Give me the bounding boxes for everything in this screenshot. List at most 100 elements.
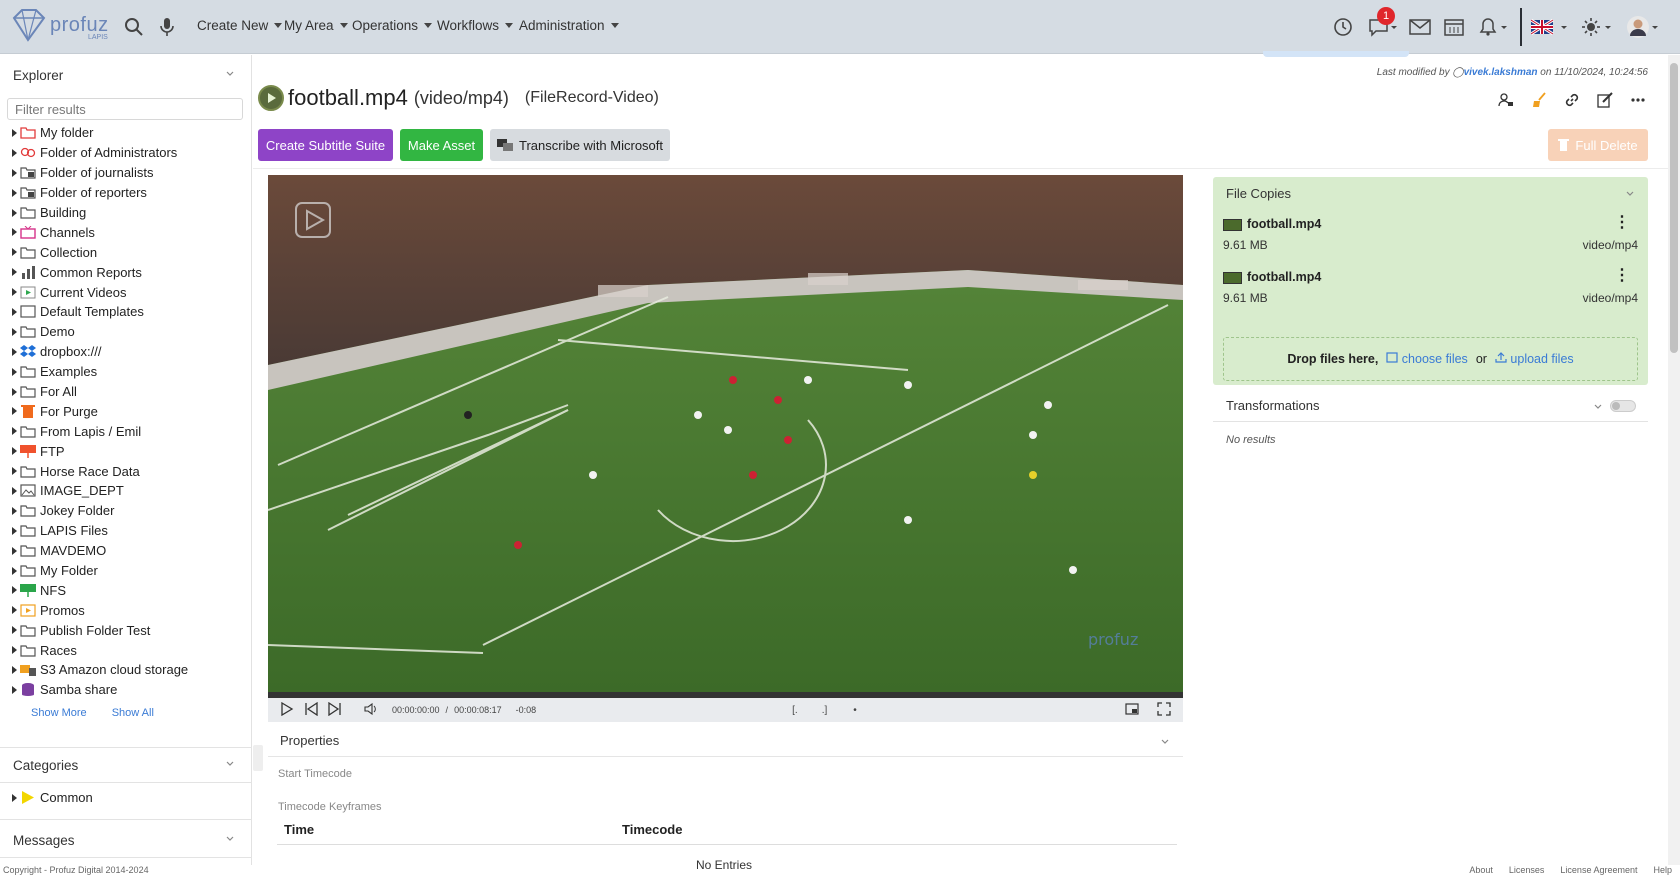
expand-icon[interactable] bbox=[12, 288, 17, 297]
user-lock-icon[interactable] bbox=[1498, 92, 1514, 108]
choose-files-link[interactable]: choose files bbox=[1386, 352, 1468, 366]
tree-item-samba-share[interactable]: Samba share bbox=[0, 680, 252, 700]
expand-icon[interactable] bbox=[12, 427, 17, 436]
menu-workflows[interactable]: Workflows bbox=[437, 18, 514, 33]
expand-icon[interactable] bbox=[12, 168, 17, 177]
bell-icon[interactable] bbox=[1476, 15, 1510, 39]
category-common[interactable]: Common bbox=[0, 788, 93, 808]
show-more-link[interactable]: Show More bbox=[31, 707, 87, 719]
expand-icon[interactable] bbox=[12, 586, 17, 595]
tree-item-nfs[interactable]: NFS bbox=[0, 580, 252, 600]
filter-input[interactable] bbox=[7, 98, 243, 120]
expand-icon[interactable] bbox=[12, 347, 17, 356]
file-copy-name[interactable]: football.mp4 bbox=[1247, 217, 1321, 231]
tree-item-folder-administrators[interactable]: Folder of Administrators bbox=[0, 143, 252, 163]
file-copy-name[interactable]: football.mp4 bbox=[1247, 270, 1321, 284]
expand-icon[interactable] bbox=[12, 467, 17, 476]
expand-icon[interactable] bbox=[12, 307, 17, 316]
mark-in-icon[interactable]: [. bbox=[792, 705, 798, 716]
tree-item-races[interactable]: Races bbox=[0, 640, 252, 660]
expand-icon[interactable] bbox=[12, 506, 17, 515]
menu-operations[interactable]: Operations bbox=[352, 18, 433, 33]
expand-icon[interactable] bbox=[12, 228, 17, 237]
expand-icon[interactable] bbox=[12, 327, 17, 336]
footer-link-about[interactable]: About bbox=[1469, 865, 1493, 875]
calendar-icon[interactable] bbox=[1442, 15, 1466, 39]
history-icon[interactable] bbox=[1331, 15, 1355, 39]
expand-icon[interactable] bbox=[12, 248, 17, 257]
expand-icon[interactable] bbox=[12, 367, 17, 376]
modified-user-link[interactable]: vivek.lakshman bbox=[1464, 67, 1538, 78]
uk-flag-icon[interactable] bbox=[1530, 15, 1570, 39]
tab-indicator[interactable] bbox=[1263, 51, 1409, 57]
scrollbar-thumb[interactable] bbox=[1670, 63, 1678, 353]
link-icon[interactable] bbox=[1564, 92, 1580, 108]
file-drop-zone[interactable]: Drop files here, choose files or upload … bbox=[1223, 337, 1638, 381]
page-scrollbar[interactable] bbox=[1668, 55, 1680, 865]
tree-item-promos[interactable]: Promos bbox=[0, 600, 252, 620]
tree-item-my-folder[interactable]: My folder bbox=[0, 123, 252, 143]
fullscreen-icon[interactable] bbox=[1157, 702, 1171, 718]
tree-item-horse-race-data[interactable]: Horse Race Data bbox=[0, 461, 252, 481]
tree-item-folder-reporters[interactable]: Folder of reporters bbox=[0, 183, 252, 203]
picture-in-picture-icon[interactable] bbox=[1125, 703, 1139, 717]
footer-link-licenses[interactable]: Licenses bbox=[1509, 865, 1545, 875]
expand-icon[interactable] bbox=[12, 546, 17, 555]
tree-item-default-templates[interactable]: Default Templates bbox=[0, 302, 252, 322]
expand-icon[interactable] bbox=[12, 208, 17, 217]
tree-item-s3-amazon[interactable]: S3 Amazon cloud storage bbox=[0, 660, 252, 680]
search-icon[interactable] bbox=[122, 15, 146, 39]
menu-create-new[interactable]: Create New bbox=[197, 18, 283, 33]
expand-icon[interactable] bbox=[12, 188, 17, 197]
menu-my-area[interactable]: My Area bbox=[284, 18, 348, 33]
tree-item-building[interactable]: Building bbox=[0, 203, 252, 223]
expand-icon[interactable] bbox=[12, 665, 17, 674]
edit-icon[interactable] bbox=[1597, 92, 1613, 108]
transcribe-microsoft-button[interactable]: Transcribe with Microsoft bbox=[490, 129, 670, 161]
tree-item-folder-journalists[interactable]: Folder of journalists bbox=[0, 163, 252, 183]
file-copy-item[interactable]: football.mp4 ⋮ 9.61 MB video/mp4 bbox=[1223, 266, 1638, 310]
expand-icon[interactable] bbox=[12, 447, 17, 456]
more-icon[interactable] bbox=[1630, 92, 1646, 108]
transformations-header[interactable]: Transformations bbox=[1213, 390, 1648, 422]
broom-icon[interactable] bbox=[1531, 92, 1547, 108]
make-asset-button[interactable]: Make Asset bbox=[400, 129, 483, 161]
expand-icon[interactable] bbox=[12, 128, 17, 137]
tree-item-for-all[interactable]: For All bbox=[0, 382, 252, 402]
expand-icon[interactable] bbox=[12, 387, 17, 396]
tree-item-ftp[interactable]: FTP bbox=[0, 441, 252, 461]
expand-icon[interactable] bbox=[12, 566, 17, 575]
expand-icon[interactable] bbox=[12, 268, 17, 277]
sun-theme-icon[interactable] bbox=[1580, 15, 1614, 39]
categories-header[interactable]: Categories bbox=[0, 748, 252, 782]
expand-icon[interactable] bbox=[12, 148, 17, 157]
tree-item-from-lapis-emil[interactable]: From Lapis / Emil bbox=[0, 421, 252, 441]
upload-files-link[interactable]: upload files bbox=[1495, 352, 1574, 366]
mark-out-icon[interactable]: .] bbox=[822, 705, 828, 716]
kebab-menu-icon[interactable]: ⋮ bbox=[1614, 215, 1630, 231]
kebab-menu-icon[interactable]: ⋮ bbox=[1614, 268, 1630, 284]
full-delete-button[interactable]: Full Delete bbox=[1548, 129, 1648, 161]
file-copies-header[interactable]: File Copies bbox=[1213, 177, 1648, 209]
step-forward-icon[interactable] bbox=[328, 701, 342, 718]
marker-icon[interactable]: • bbox=[853, 705, 857, 716]
microphone-icon[interactable] bbox=[155, 15, 179, 39]
tree-item-publish-folder-test[interactable]: Publish Folder Test bbox=[0, 620, 252, 640]
expand-icon[interactable] bbox=[12, 526, 17, 535]
tree-item-demo[interactable]: Demo bbox=[0, 322, 252, 342]
video-player[interactable]: profuz bbox=[268, 175, 1183, 695]
tree-item-collection[interactable]: Collection bbox=[0, 242, 252, 262]
create-subtitle-suite-button[interactable]: Create Subtitle Suite bbox=[258, 129, 393, 161]
tree-item-jokey-folder[interactable]: Jokey Folder bbox=[0, 501, 252, 521]
tree-item-mavdemo[interactable]: MAVDEMO bbox=[0, 541, 252, 561]
step-back-icon[interactable] bbox=[304, 701, 318, 718]
file-copy-item[interactable]: football.mp4 ⋮ 9.61 MB video/mp4 bbox=[1223, 213, 1638, 257]
transformations-toggle[interactable] bbox=[1610, 400, 1636, 412]
messages-header[interactable]: Messages bbox=[0, 823, 252, 857]
tree-item-examples[interactable]: Examples bbox=[0, 362, 252, 382]
show-all-link[interactable]: Show All bbox=[112, 707, 154, 719]
expand-icon[interactable] bbox=[12, 606, 17, 615]
tree-item-lapis-files[interactable]: LAPIS Files bbox=[0, 521, 252, 541]
play-icon[interactable] bbox=[280, 701, 294, 718]
tree-item-dropbox[interactable]: dropbox:/// bbox=[0, 342, 252, 362]
